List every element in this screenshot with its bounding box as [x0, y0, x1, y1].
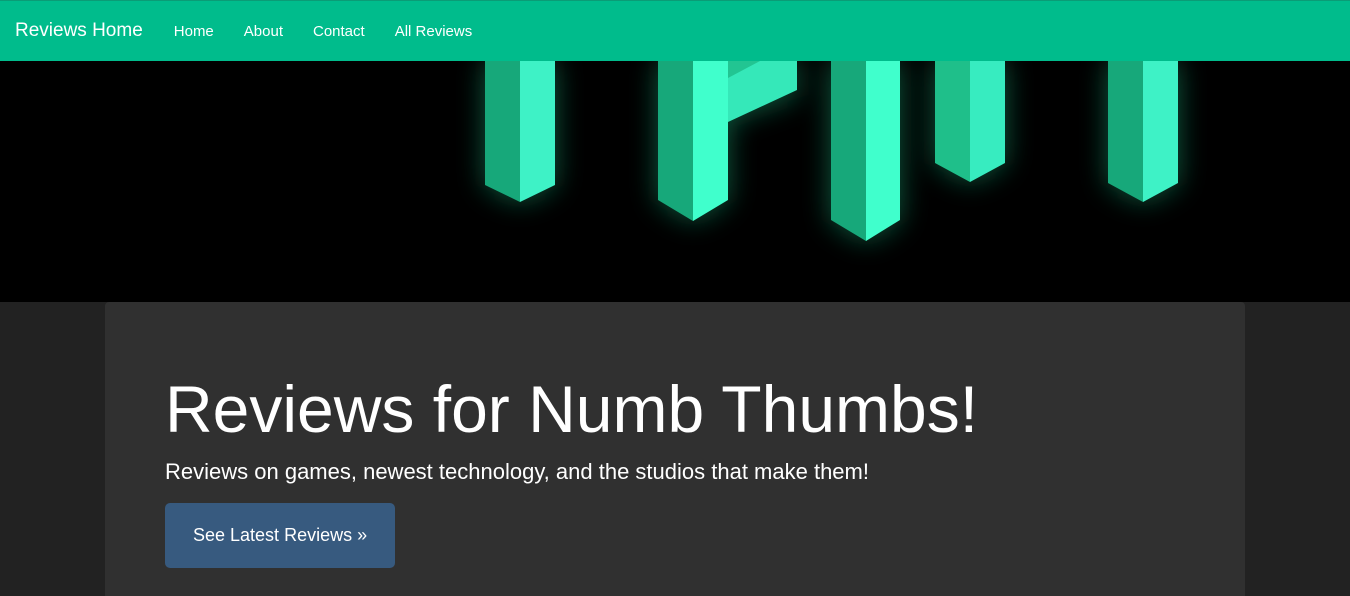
jumbotron: Reviews for Numb Thumbs! Reviews on game…: [105, 302, 1245, 596]
see-latest-reviews-button[interactable]: See Latest Reviews »: [165, 503, 396, 568]
brand-link[interactable]: Reviews Home: [15, 20, 143, 42]
nav-link-about[interactable]: About: [229, 23, 298, 40]
top-navbar: Reviews Home Home About Contact All Revi…: [0, 0, 1350, 61]
hero-logo-graphic: [485, 61, 1178, 241]
nav-link-all-reviews[interactable]: All Reviews: [380, 23, 488, 40]
page-lead: Reviews on games, newest technology, and…: [165, 459, 869, 484]
nav-link-contact[interactable]: Contact: [298, 23, 380, 40]
nav-link-home[interactable]: Home: [159, 23, 229, 40]
page-title: Reviews for Numb Thumbs!: [165, 372, 979, 446]
hero-banner: [0, 61, 1350, 302]
